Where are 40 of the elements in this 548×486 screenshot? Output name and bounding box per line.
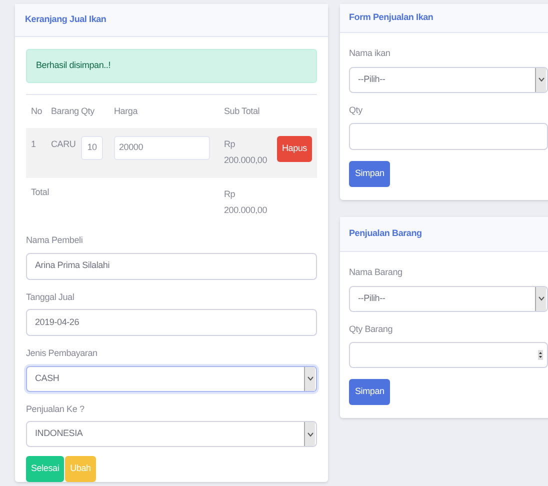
field-label: Qty: [349, 104, 364, 117]
qty-input[interactable]: 10: [81, 136, 103, 160]
input-field[interactable]: Arina Prima Silalahi: [26, 252, 317, 280]
column-header: Sub Total: [224, 104, 261, 118]
table-cell-text: Rp 200.000,00: [224, 138, 268, 167]
select-field[interactable]: --Pilih--: [349, 286, 548, 312]
field-label: Penjualan Ke ?: [26, 402, 86, 416]
column-header: Harga: [114, 104, 139, 118]
select-field[interactable]: INDONESIA: [26, 421, 317, 447]
total-value: Rp 200.000,00: [224, 188, 268, 217]
spinner-icon: [538, 350, 543, 360]
field-label: Jenis Pembayaran: [26, 347, 98, 360]
save-button[interactable]: Simpan: [349, 161, 390, 187]
delete-button[interactable]: Hapus: [276, 136, 312, 162]
field-label: Tanggal Jual: [26, 290, 76, 304]
success-alert: Berhasil disimpan..!: [26, 49, 317, 83]
field-label: Nama ikan: [349, 47, 392, 60]
select-field[interactable]: --Pilih--: [349, 66, 548, 92]
column-header: Qty: [81, 104, 96, 118]
select-value: --Pilih--: [358, 292, 386, 305]
column-header: Barang: [51, 104, 80, 118]
save-button[interactable]: Simpan: [349, 379, 390, 405]
field-label: Nama Pembeli: [26, 234, 84, 247]
table-cell-text: 1: [31, 138, 37, 151]
card-title: Keranjang Jual Ikan: [25, 13, 106, 26]
select-value: CASH: [35, 372, 60, 385]
select-value: INDONESIA: [35, 427, 83, 440]
select-field[interactable]: CASH: [26, 366, 317, 392]
card-title: Form Penjualan Ikan: [349, 11, 434, 24]
table-cell-text: CARU: [51, 138, 77, 151]
field-label: Nama Barang: [349, 266, 404, 279]
field-label: Qty Barang: [349, 322, 394, 336]
total-label: Total: [31, 186, 50, 199]
price-input[interactable]: 20000: [114, 136, 210, 160]
select-value: --Pilih--: [358, 72, 386, 86]
input-field[interactable]: 2019-04-26: [26, 309, 317, 336]
column-header: No: [31, 104, 44, 118]
number-field[interactable]: [349, 342, 548, 368]
input-field[interactable]: [349, 123, 548, 150]
card-title: Penjualan Barang: [349, 227, 422, 240]
